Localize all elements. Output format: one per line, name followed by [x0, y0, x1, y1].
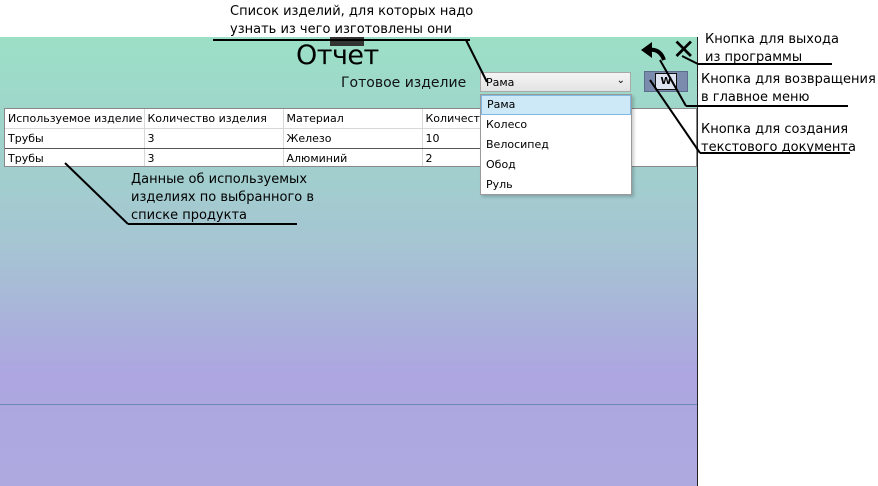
annotation-doc: Кнопка для создания текстового документа — [701, 121, 856, 157]
annotation-line: текстового документа — [701, 140, 856, 155]
annotation-table-data: Данные об используемых изделиях по выбра… — [131, 171, 314, 225]
annotation-line: узнать из чего изготовлены они — [230, 22, 452, 37]
annotation-line: в главное меню — [701, 90, 810, 105]
annotation-back: Кнопка для возвращения в главное меню — [701, 71, 876, 107]
annotation-line: Данные об используемых — [131, 172, 308, 187]
annotation-line: изделиях по выбранного в — [131, 190, 315, 205]
annotation-product-list: Список изделий, для которых надо узнать … — [230, 3, 473, 39]
annotation-line: Список изделий, для которых надо — [230, 4, 474, 19]
annotation-line: Кнопка для создания — [701, 122, 849, 137]
annotation-line: списке продукта — [131, 208, 248, 223]
annotation-exit: Кнопка для выхода из программы — [705, 31, 839, 67]
back-arrow-icon[interactable] — [641, 42, 666, 61]
annotation-line: Кнопка для возвращения — [701, 72, 876, 87]
annotation-line: из программы — [705, 50, 803, 65]
annotation-line: Кнопка для выхода — [705, 32, 839, 47]
